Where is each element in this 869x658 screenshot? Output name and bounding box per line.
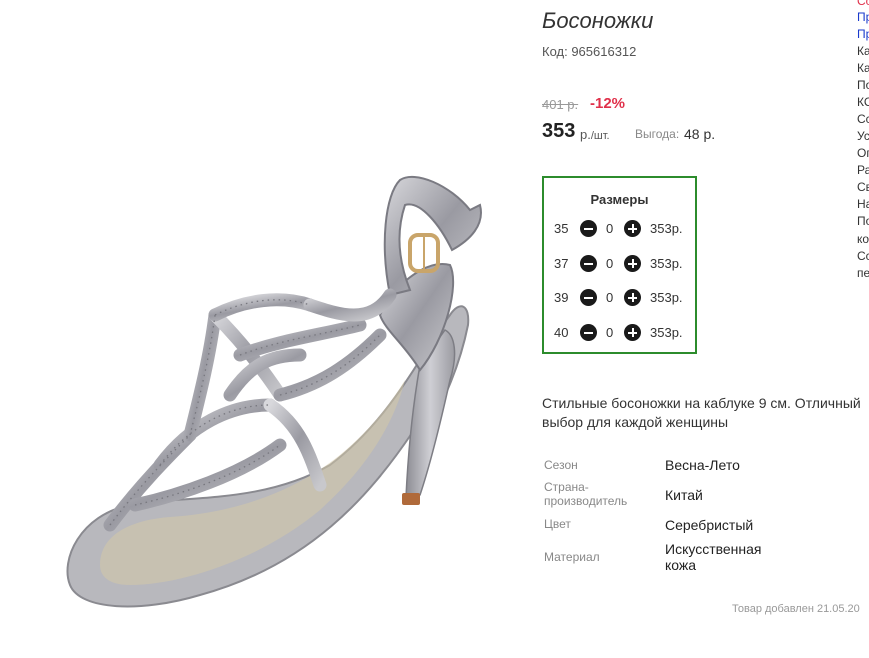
current-price: 353 xyxy=(542,120,576,142)
side-menu-item[interactable]: Ка xyxy=(857,45,869,57)
spec-label: Сезон xyxy=(544,458,578,472)
price-currency: р. xyxy=(580,127,591,142)
saving-label: Выгода: xyxy=(635,127,680,141)
size-row: 37 0 353р. xyxy=(544,254,695,274)
side-menu-item[interactable]: Ог xyxy=(857,147,869,159)
side-menu-item[interactable]: Св xyxy=(857,181,869,193)
side-menu-item[interactable]: Пр xyxy=(857,11,869,23)
side-menu-item[interactable]: Сс xyxy=(857,250,869,262)
size-quantity: 0 xyxy=(606,290,614,305)
minus-icon[interactable] xyxy=(580,289,597,306)
spec-label: Страна-производитель xyxy=(544,480,628,508)
size-quantity: 0 xyxy=(606,221,614,236)
side-menu-item[interactable]: Сс xyxy=(857,0,869,7)
side-menu-item[interactable]: ко xyxy=(857,233,869,245)
size-price: 353р. xyxy=(650,221,683,236)
plus-icon[interactable] xyxy=(624,324,641,341)
product-image[interactable] xyxy=(40,165,510,620)
spec-value: Китай xyxy=(665,487,703,503)
size-row: 40 0 353р. xyxy=(544,323,695,343)
side-menu-item[interactable]: По xyxy=(857,215,869,227)
spec-value: Весна-Лето xyxy=(665,457,740,473)
side-menu-item[interactable]: По xyxy=(857,79,869,91)
size-number: 39 xyxy=(554,290,569,305)
discount-badge: -12% xyxy=(590,95,626,112)
size-number: 40 xyxy=(554,325,569,340)
size-price: 353р. xyxy=(650,325,683,340)
plus-icon[interactable] xyxy=(624,255,641,272)
side-menu-item[interactable]: Ус xyxy=(857,130,869,142)
side-menu-item[interactable]: Сс xyxy=(857,113,869,125)
size-number: 37 xyxy=(554,256,569,271)
spec-value: Серебристый xyxy=(665,517,754,533)
side-menu-item[interactable]: Ра xyxy=(857,164,869,176)
product-description: Стильные босоножки на каблуке 9 см. Отли… xyxy=(542,395,861,430)
size-row: 39 0 353р. xyxy=(544,288,695,308)
sizes-panel: Размеры 35 0 353р. 37 0 353р. 39 0 353р.… xyxy=(542,176,697,354)
side-menu-item[interactable]: Ка xyxy=(857,62,869,74)
side-menu-item[interactable]: КС xyxy=(857,96,869,108)
product-title: Босоножки xyxy=(542,8,654,33)
spec-label: Материал xyxy=(544,550,600,564)
product-code: Код: 965616312 xyxy=(542,44,637,59)
side-menu: Сс Пр Пр Ка Ка По КС Сс Ус Ог Ра Св На П… xyxy=(857,0,869,290)
minus-icon[interactable] xyxy=(580,220,597,237)
price-unit: р./шт. xyxy=(580,127,610,142)
size-row: 35 0 353р. xyxy=(544,219,695,239)
size-quantity: 0 xyxy=(606,325,614,340)
side-menu-item[interactable]: пе xyxy=(857,267,869,279)
side-menu-item[interactable]: Пр xyxy=(857,28,869,40)
plus-icon[interactable] xyxy=(624,289,641,306)
added-date: Товар добавлен 21.05.20 xyxy=(732,603,860,615)
size-number: 35 xyxy=(554,221,569,236)
size-price: 353р. xyxy=(650,256,683,271)
spec-label: Цвет xyxy=(544,517,571,531)
minus-icon[interactable] xyxy=(580,255,597,272)
plus-icon[interactable] xyxy=(624,220,641,237)
old-price: 401 р. xyxy=(542,97,579,112)
spec-value: Искусственная кожа xyxy=(665,541,762,573)
saving-value: 48 р. xyxy=(684,126,716,142)
side-menu-item[interactable]: На xyxy=(857,198,869,210)
price-per-unit: /шт. xyxy=(590,130,610,142)
size-price: 353р. xyxy=(650,290,683,305)
sizes-title: Размеры xyxy=(590,192,649,207)
size-quantity: 0 xyxy=(606,256,614,271)
minus-icon[interactable] xyxy=(580,324,597,341)
